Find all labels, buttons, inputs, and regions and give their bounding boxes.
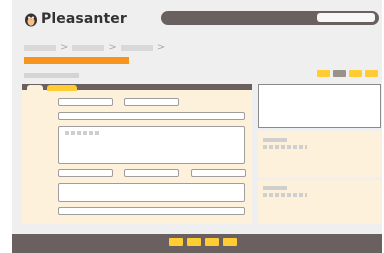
card-title <box>263 138 287 142</box>
text-field[interactable] <box>58 98 113 106</box>
penguin-logo-icon <box>25 13 37 26</box>
page-title <box>24 57 129 64</box>
footer-button[interactable] <box>223 238 237 246</box>
toolbar-actions <box>317 70 378 77</box>
action-button[interactable] <box>365 70 378 77</box>
app-name: Pleasanter <box>41 11 127 27</box>
page-subtitle <box>24 73 79 78</box>
textarea-placeholder <box>65 131 101 135</box>
side-info-card <box>258 180 381 224</box>
side-info-card <box>258 131 381 177</box>
text-field-wide[interactable] <box>58 207 245 215</box>
breadcrumb-item[interactable] <box>24 45 56 51</box>
footer-button[interactable] <box>169 238 183 246</box>
text-field[interactable] <box>124 98 179 106</box>
breadcrumb-separator: > <box>60 42 69 53</box>
action-button[interactable] <box>349 70 362 77</box>
breadcrumb-separator: > <box>108 42 117 53</box>
footer-button[interactable] <box>205 238 219 246</box>
action-button[interactable] <box>333 70 346 77</box>
breadcrumb-item[interactable] <box>72 45 105 51</box>
text-field[interactable] <box>58 169 113 177</box>
breadcrumb: > > > <box>24 42 166 53</box>
text-field[interactable] <box>124 169 179 177</box>
textarea-field[interactable] <box>58 126 245 164</box>
text-field-wide[interactable] <box>58 112 245 120</box>
card-content <box>263 145 307 149</box>
breadcrumb-item[interactable] <box>120 45 153 51</box>
tab-general[interactable] <box>27 85 43 91</box>
tab-active[interactable] <box>47 85 77 91</box>
footer-button[interactable] <box>187 238 201 246</box>
footer-buttons <box>169 238 237 246</box>
breadcrumb-separator: > <box>156 42 166 53</box>
card-title <box>263 186 287 190</box>
action-button[interactable] <box>317 70 330 77</box>
app-logo[interactable]: Pleasanter <box>24 11 127 27</box>
text-field[interactable] <box>191 169 246 177</box>
search-input[interactable] <box>317 13 375 22</box>
side-panel-box <box>258 84 381 128</box>
textarea-field-small[interactable] <box>58 183 245 202</box>
card-content <box>263 193 307 197</box>
